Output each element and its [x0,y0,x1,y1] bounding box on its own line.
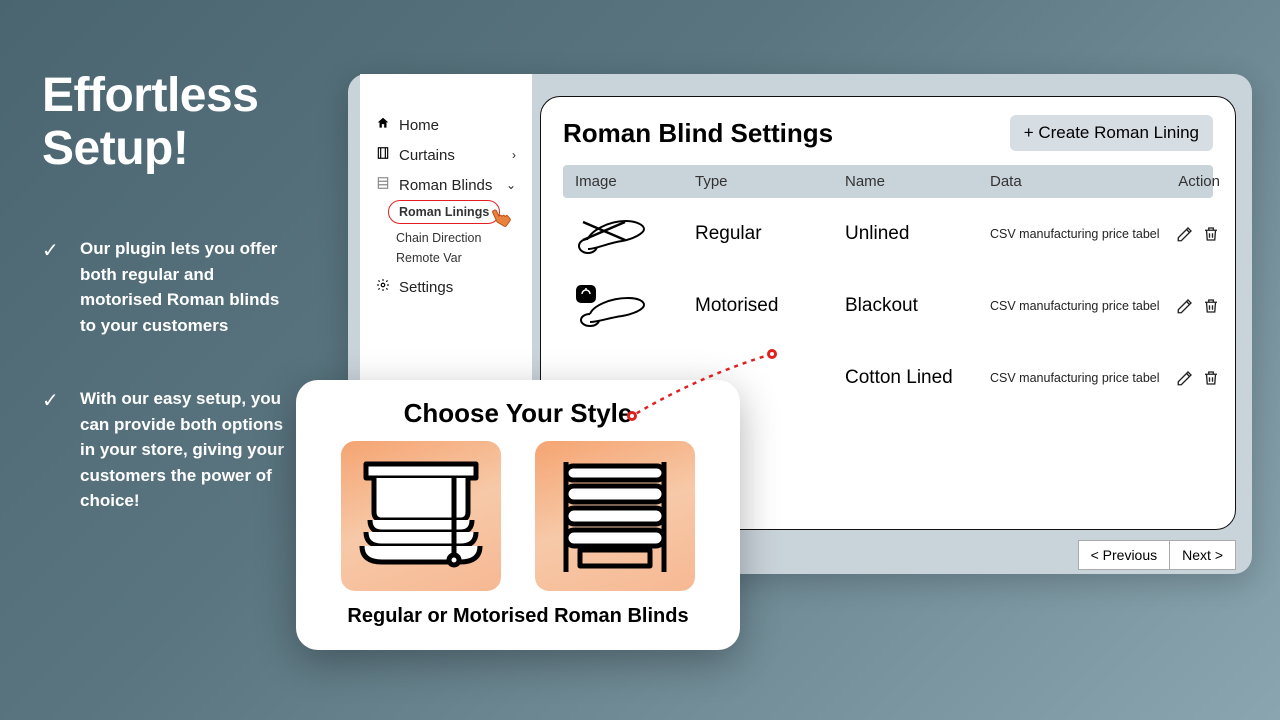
sidebar-item-settings[interactable]: Settings [360,272,532,302]
nav-label: Settings [399,279,453,296]
gear-icon [376,278,390,296]
col-data: Data [990,173,1160,190]
sidebar-item-roman-blinds[interactable]: Roman Blinds ⌄ [360,170,532,200]
chevron-right-icon: › [512,148,516,162]
check-icon: ✓ [42,238,66,338]
sidebar-sub-remote-var[interactable]: Remote Var [360,248,532,268]
delete-icon[interactable] [1202,225,1220,243]
edit-icon[interactable] [1176,369,1194,387]
sidebar-item-curtains[interactable]: Curtains › [360,140,532,170]
check-icon: ✓ [42,388,66,514]
cell-data: CSV manufacturing price tabel [990,227,1160,241]
curtains-icon [376,146,390,164]
sidebar-item-home[interactable]: Home [360,110,532,140]
fabric-blackout-icon [575,284,647,328]
style-tile-regular[interactable] [341,441,501,591]
style-chooser-card: Choose Your Style [296,380,740,650]
delete-icon[interactable] [1202,369,1220,387]
fabric-unlined-icon [575,212,647,256]
table-row: Motorised Blackout CSV manufacturing pri… [563,270,1213,342]
cell-name: Unlined [845,223,990,245]
bullet-1: ✓ Our plugin lets you offer both regular… [42,236,287,338]
col-name: Name [845,173,990,190]
col-image: Image [575,173,695,190]
home-icon [376,116,390,134]
sidebar-sub-roman-linings[interactable]: Roman Linings [388,200,500,224]
table-row: Regular Unlined CSV manufacturing price … [563,198,1213,270]
delete-icon[interactable] [1202,297,1220,315]
cell-data: CSV manufacturing price tabel [990,299,1160,313]
panel-title: Roman Blind Settings [563,118,833,149]
nav-label: Curtains [399,147,455,164]
chevron-down-icon: ⌄ [506,178,516,192]
blinds-icon [376,176,390,194]
cell-type: Regular [695,223,845,245]
style-caption: Regular or Motorised Roman Blinds [318,605,718,628]
cell-name: Blackout [845,295,990,317]
style-title: Choose Your Style [318,398,718,429]
bullet-text: Our plugin lets you offer both regular a… [80,236,287,338]
bullet-text: With our easy setup, you can provide bot… [80,386,287,514]
cell-name: Cotton Lined [845,367,990,389]
col-type: Type [695,173,845,190]
edit-icon[interactable] [1176,297,1194,315]
next-button[interactable]: Next > [1169,540,1236,570]
create-roman-lining-button[interactable]: + Create Roman Lining [1010,115,1213,151]
edit-icon[interactable] [1176,225,1194,243]
nav-label: Roman Blinds [399,177,492,194]
table-header: Image Type Name Data Action [563,165,1213,198]
cell-type: Motorised [695,295,845,317]
col-action: Action [1160,173,1220,190]
cell-data: CSV manufacturing price tabel [990,371,1160,385]
bullet-2: ✓ With our easy setup, you can provide b… [42,386,287,514]
style-tile-motorised[interactable] [535,441,695,591]
nav-label: Home [399,117,439,134]
hero-title: Effortless Setup! [42,70,332,176]
prev-button[interactable]: < Previous [1078,540,1170,570]
